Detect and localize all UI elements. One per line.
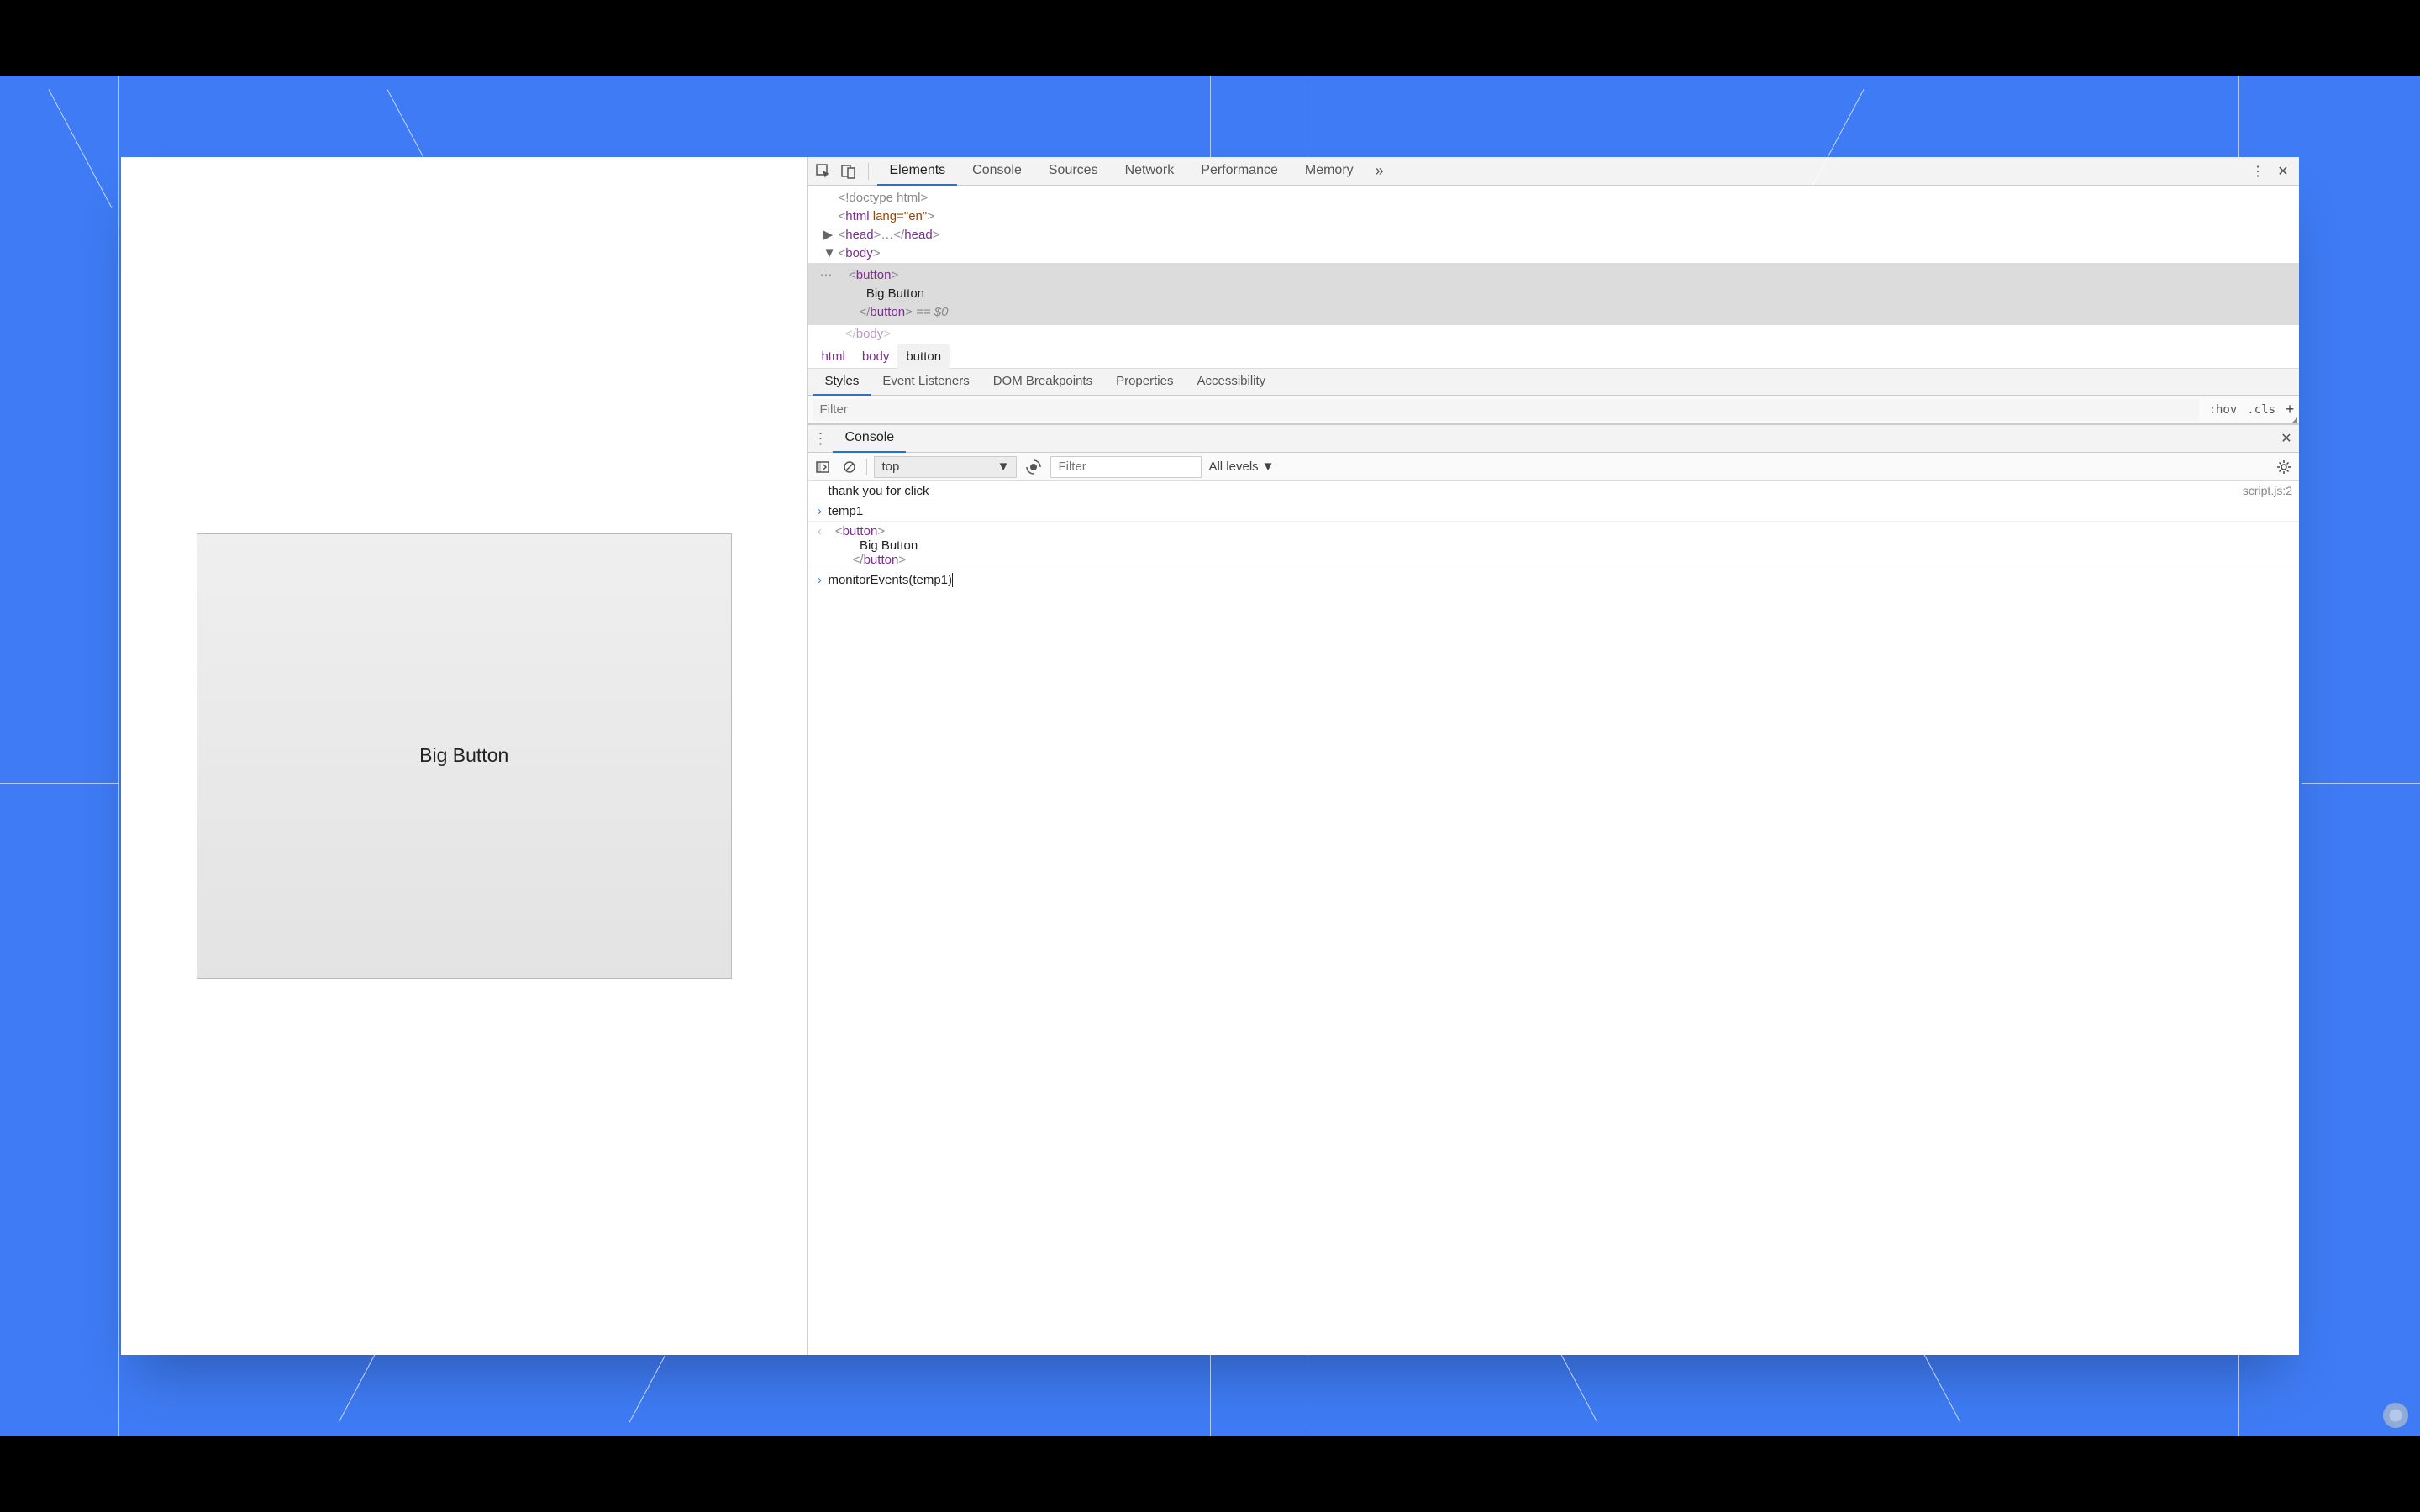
- dom-line[interactable]: ▶<head>…</head>: [808, 226, 2299, 244]
- kebab-menu-icon[interactable]: ⋮: [2247, 160, 2269, 182]
- console-filter-input[interactable]: [1050, 456, 1202, 478]
- browser-window: Big Button Elements Console Sources Netw…: [121, 157, 2299, 1355]
- grid-line: [2302, 783, 2420, 784]
- subtab-event-listeners[interactable]: Event Listeners: [871, 369, 981, 396]
- tab-console[interactable]: Console: [960, 157, 1034, 186]
- devtools-panel: Elements Console Sources Network Perform…: [807, 157, 2299, 1355]
- elements-subtabs: Styles Event Listeners DOM Breakpoints P…: [808, 369, 2299, 396]
- live-expression-icon[interactable]: [1023, 457, 1044, 477]
- chevron-down-icon: ▼: [1262, 459, 1275, 474]
- separator: [868, 163, 869, 180]
- page-viewport: Big Button: [121, 157, 807, 1355]
- input-chevron-icon: ›: [811, 504, 828, 518]
- dom-breadcrumbs: html body button: [808, 344, 2299, 369]
- dom-line[interactable]: </body>: [808, 325, 2299, 344]
- separator: [866, 459, 867, 475]
- big-button[interactable]: Big Button: [197, 533, 732, 979]
- crumb-body[interactable]: body: [854, 344, 898, 369]
- close-devtools-icon[interactable]: ✕: [2272, 160, 2294, 182]
- console-log-source[interactable]: script.js:2: [2243, 484, 2292, 497]
- devtools-tabstrip: Elements Console Sources Network Perform…: [808, 157, 2299, 186]
- console-input-row[interactable]: › temp1: [808, 501, 2299, 522]
- subtab-accessibility[interactable]: Accessibility: [1185, 369, 1277, 396]
- resize-corner-icon[interactable]: [2292, 417, 2297, 423]
- console-output-row[interactable]: ‹ <button> Big Button </button>: [808, 522, 2299, 570]
- console-prompt-row[interactable]: › monitorEvents(temp1)​: [808, 570, 2299, 590]
- presentation-stage: Big Button Elements Console Sources Netw…: [0, 76, 2420, 1436]
- grid-line: [2238, 76, 2239, 157]
- subtab-styles[interactable]: Styles: [813, 369, 871, 396]
- console-toolbar: top ▼ All levels ▼: [808, 453, 2299, 481]
- styles-filter-bar: :hov .cls +: [808, 396, 2299, 424]
- console-settings-icon[interactable]: [2274, 457, 2294, 477]
- tab-sources[interactable]: Sources: [1037, 157, 1110, 186]
- device-toolbar-icon[interactable]: [838, 160, 860, 182]
- console-sidebar-toggle-icon[interactable]: [813, 457, 833, 477]
- log-levels-label: All levels: [1208, 459, 1258, 474]
- console-prompt-text[interactable]: monitorEvents(temp1)​: [828, 573, 2292, 587]
- letterbox-top: [0, 0, 2420, 76]
- console-log-message: thank you for click: [828, 484, 2242, 498]
- input-chevron-icon: ›: [811, 573, 828, 587]
- drawer-tab-console[interactable]: Console: [833, 424, 906, 453]
- dom-line[interactable]: <html lang="en">: [808, 207, 2299, 226]
- console-drawer-header: ⋮ Console ✕: [808, 424, 2299, 453]
- grid-line: [2238, 1355, 2239, 1436]
- cls-toggle[interactable]: .cls: [2242, 403, 2281, 417]
- context-selector[interactable]: top ▼: [874, 456, 1017, 478]
- close-drawer-icon[interactable]: ✕: [2274, 430, 2299, 447]
- grid-line: [0, 783, 118, 784]
- grid-line: [1210, 1355, 1211, 1436]
- new-style-rule-icon[interactable]: +: [2281, 401, 2299, 418]
- console-input-text: temp1: [828, 504, 2292, 518]
- dom-tree[interactable]: <!doctype html> <html lang="en"> ▶<head>…: [808, 186, 2299, 344]
- drawer-menu-icon[interactable]: ⋮: [808, 430, 833, 448]
- tab-memory[interactable]: Memory: [1293, 157, 1365, 186]
- log-levels-selector[interactable]: All levels ▼: [1208, 459, 1274, 474]
- grid-diagonal: [48, 89, 112, 208]
- subtab-dom-breakpoints[interactable]: DOM Breakpoints: [981, 369, 1104, 396]
- dom-line[interactable]: ▼<body>: [808, 244, 2299, 263]
- hov-toggle[interactable]: :hov: [2204, 403, 2243, 417]
- console-output-text: <button> Big Button </button>: [828, 524, 2292, 567]
- subtab-properties[interactable]: Properties: [1104, 369, 1185, 396]
- clear-console-icon[interactable]: [839, 457, 860, 477]
- tab-elements[interactable]: Elements: [877, 157, 957, 186]
- grid-line: [1210, 76, 1211, 157]
- styles-filter-input[interactable]: [813, 399, 2198, 421]
- crumb-html[interactable]: html: [813, 344, 853, 369]
- context-selector-label: top: [881, 459, 899, 474]
- tab-network[interactable]: Network: [1113, 157, 1186, 186]
- crumb-button[interactable]: button: [897, 344, 950, 369]
- chrome-logo-icon: [2383, 1403, 2408, 1428]
- console-log-row[interactable]: thank you for click script.js:2: [808, 481, 2299, 501]
- grid-line: [118, 76, 119, 1436]
- output-chevron-icon: ‹: [811, 524, 828, 538]
- tab-performance[interactable]: Performance: [1189, 157, 1290, 186]
- more-tabs-icon[interactable]: »: [1369, 160, 1391, 182]
- dom-selected-node[interactable]: ⋯ <button> Big Button </button> == $0: [808, 263, 2299, 325]
- letterbox-bottom: [0, 1436, 2420, 1512]
- dom-line[interactable]: <!doctype html>: [808, 189, 2299, 207]
- console-output[interactable]: thank you for click script.js:2 › temp1 …: [808, 481, 2299, 1355]
- inspect-element-icon[interactable]: [813, 160, 834, 182]
- chevron-down-icon: ▼: [997, 459, 1010, 474]
